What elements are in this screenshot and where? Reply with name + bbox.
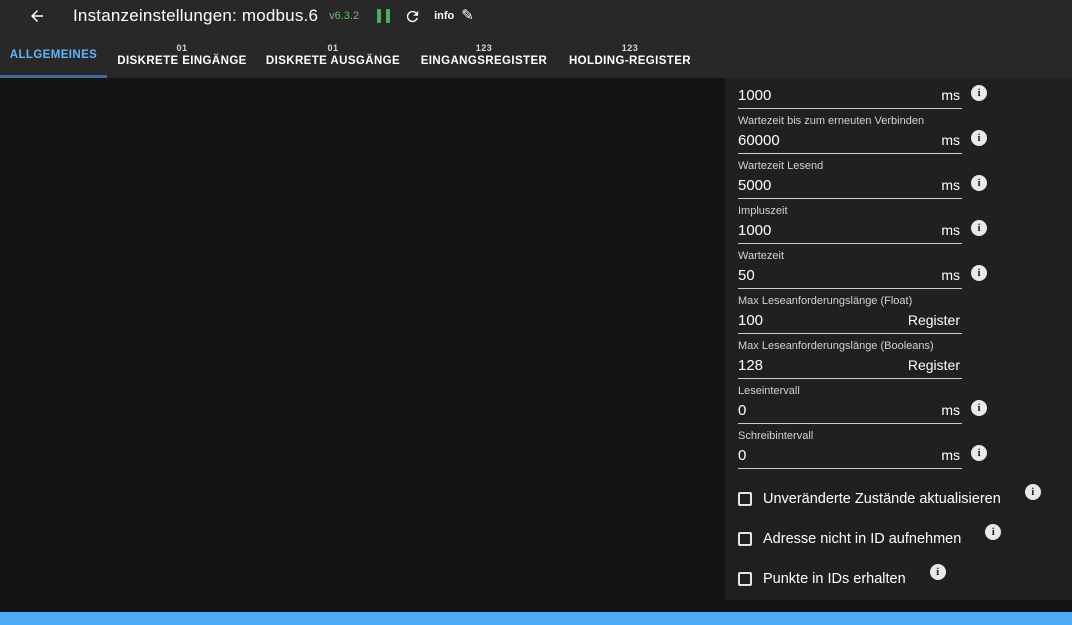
field-input[interactable]: 0 ms	[738, 444, 962, 469]
field-max-read-booleans: Max Leseanforderungslänge (Booleans) 128…	[738, 339, 1072, 379]
field-input[interactable]: 60000 ms	[738, 129, 962, 154]
field-label: Wartezeit Lesend	[738, 159, 1072, 173]
field-value[interactable]: 0	[738, 444, 746, 467]
tab-label: EINGANGSREGISTER	[421, 54, 548, 68]
tab-allgemeines[interactable]: ALLGEMEINES	[0, 32, 107, 78]
tab-holding-register[interactable]: 123 HOLDING-REGISTER	[559, 32, 701, 78]
info-icon[interactable]: i	[971, 445, 987, 461]
field-read-wait: Wartezeit Lesend 5000 ms i	[738, 159, 1072, 199]
tab-label: DISKRETE EINGÄNGE	[117, 54, 246, 68]
field-row-0: 1000 ms i	[738, 84, 1072, 109]
field-value[interactable]: 50	[738, 264, 755, 287]
arrow-left-icon	[28, 7, 46, 25]
edit-pencil-icon[interactable]: ✎	[461, 6, 474, 24]
field-pulse-time: Impluszeit 1000 ms i	[738, 204, 1072, 244]
field-max-read-float: Max Leseanforderungslänge (Float) 100 Re…	[738, 294, 1072, 334]
checkbox[interactable]	[738, 492, 752, 506]
field-input[interactable]: 128 Register	[738, 354, 962, 379]
field-value[interactable]: 60000	[738, 129, 780, 152]
page-title: Instanzeinstellungen: modbus.6	[73, 6, 318, 26]
field-label: Leseintervall	[738, 384, 1072, 398]
back-button[interactable]	[28, 7, 46, 25]
info-icon[interactable]: i	[930, 564, 946, 580]
field-label: Wartezeit	[738, 249, 1072, 263]
checkbox[interactable]	[738, 532, 752, 546]
checkbox-no-address-in-id[interactable]: Adresse nicht in ID aufnehmen i	[738, 527, 1072, 551]
field-value[interactable]: 128	[738, 354, 763, 377]
info-icon[interactable]: i	[1025, 484, 1041, 500]
checkbox-update-unchanged-states[interactable]: Unveränderte Zustände aktualisieren i	[738, 487, 1072, 511]
field-unit: Register	[908, 357, 962, 373]
info-icon[interactable]: i	[971, 175, 987, 191]
info-icon[interactable]: i	[971, 85, 987, 101]
tab-eingangsregister[interactable]: 123 EINGANGSREGISTER	[409, 32, 559, 78]
field-unit: ms	[941, 222, 962, 238]
field-write-interval: Schreibintervall 0 ms i	[738, 429, 1072, 469]
tab-label: ALLGEMEINES	[10, 48, 97, 62]
checkbox-keep-dots-in-ids[interactable]: Punkte in IDs erhalten i	[738, 567, 1072, 591]
tab-bar: ALLGEMEINES 01 DISKRETE EINGÄNGE 01 DISK…	[0, 32, 1072, 78]
field-input[interactable]: 1000 ms	[738, 219, 962, 244]
tab-diskrete-eingaenge[interactable]: 01 DISKRETE EINGÄNGE	[107, 32, 257, 78]
pause-icon[interactable]	[377, 9, 390, 23]
checkbox-label: Unveränderte Zustände aktualisieren	[763, 491, 1001, 507]
refresh-icon[interactable]	[404, 8, 421, 25]
app-header: Instanzeinstellungen: modbus.6 v6.3.2 in…	[0, 0, 1072, 32]
field-value[interactable]: 0	[738, 399, 746, 422]
field-value[interactable]: 100	[738, 309, 763, 332]
field-input[interactable]: 5000 ms	[738, 174, 962, 199]
field-label: Max Leseanforderungslänge (Float)	[738, 294, 1072, 308]
tab-badge: 01	[176, 43, 187, 54]
info-icon[interactable]: i	[971, 130, 987, 146]
field-unit: ms	[941, 447, 962, 463]
field-wait-time: Wartezeit 50 ms i	[738, 249, 1072, 289]
field-label: Max Leseanforderungslänge (Booleans)	[738, 339, 1072, 353]
field-input[interactable]: 50 ms	[738, 264, 962, 289]
field-unit: Register	[908, 312, 962, 328]
info-icon[interactable]: i	[971, 220, 987, 236]
field-value[interactable]: 1000	[738, 84, 771, 107]
field-label: Wartezeit bis zum erneuten Verbinden	[738, 114, 1072, 128]
field-input[interactable]: 1000 ms	[738, 84, 962, 109]
info-icon[interactable]: i	[985, 524, 1001, 540]
field-unit: ms	[941, 87, 962, 103]
field-unit: ms	[941, 267, 962, 283]
settings-panel: 1000 ms i Wartezeit bis zum erneuten Ver…	[725, 78, 1072, 600]
tab-badge: 123	[622, 43, 639, 54]
field-value[interactable]: 5000	[738, 174, 771, 197]
field-value[interactable]: 1000	[738, 219, 771, 242]
field-read-interval: Leseintervall 0 ms i	[738, 384, 1072, 424]
info-link[interactable]: info	[434, 10, 454, 22]
field-input[interactable]: 100 Register	[738, 309, 962, 334]
field-unit: ms	[941, 402, 962, 418]
tab-label: DISKRETE AUSGÄNGE	[266, 54, 400, 68]
info-icon[interactable]: i	[971, 400, 987, 416]
tab-badge: 123	[476, 43, 493, 54]
checkbox-label: Adresse nicht in ID aufnehmen	[763, 531, 961, 547]
field-unit: ms	[941, 132, 962, 148]
instance-settings-window: Instanzeinstellungen: modbus.6 v6.3.2 in…	[0, 0, 1072, 625]
info-icon[interactable]: i	[971, 265, 987, 281]
checkbox-section: Unveränderte Zustände aktualisieren i Ad…	[738, 487, 1072, 591]
field-unit: ms	[941, 177, 962, 193]
field-label: Schreibintervall	[738, 429, 1072, 443]
checkbox[interactable]	[738, 572, 752, 586]
tab-diskrete-ausgaenge[interactable]: 01 DISKRETE AUSGÄNGE	[257, 32, 409, 78]
version-label: v6.3.2	[329, 10, 359, 22]
checkbox-label: Punkte in IDs erhalten	[763, 571, 906, 587]
tab-badge: 01	[327, 43, 338, 54]
tab-label: HOLDING-REGISTER	[569, 54, 691, 68]
bottom-accent-bar	[0, 612, 1072, 625]
field-label: Impluszeit	[738, 204, 1072, 218]
field-input[interactable]: 0 ms	[738, 399, 962, 424]
field-reconnect-wait: Wartezeit bis zum erneuten Verbinden 600…	[738, 114, 1072, 154]
